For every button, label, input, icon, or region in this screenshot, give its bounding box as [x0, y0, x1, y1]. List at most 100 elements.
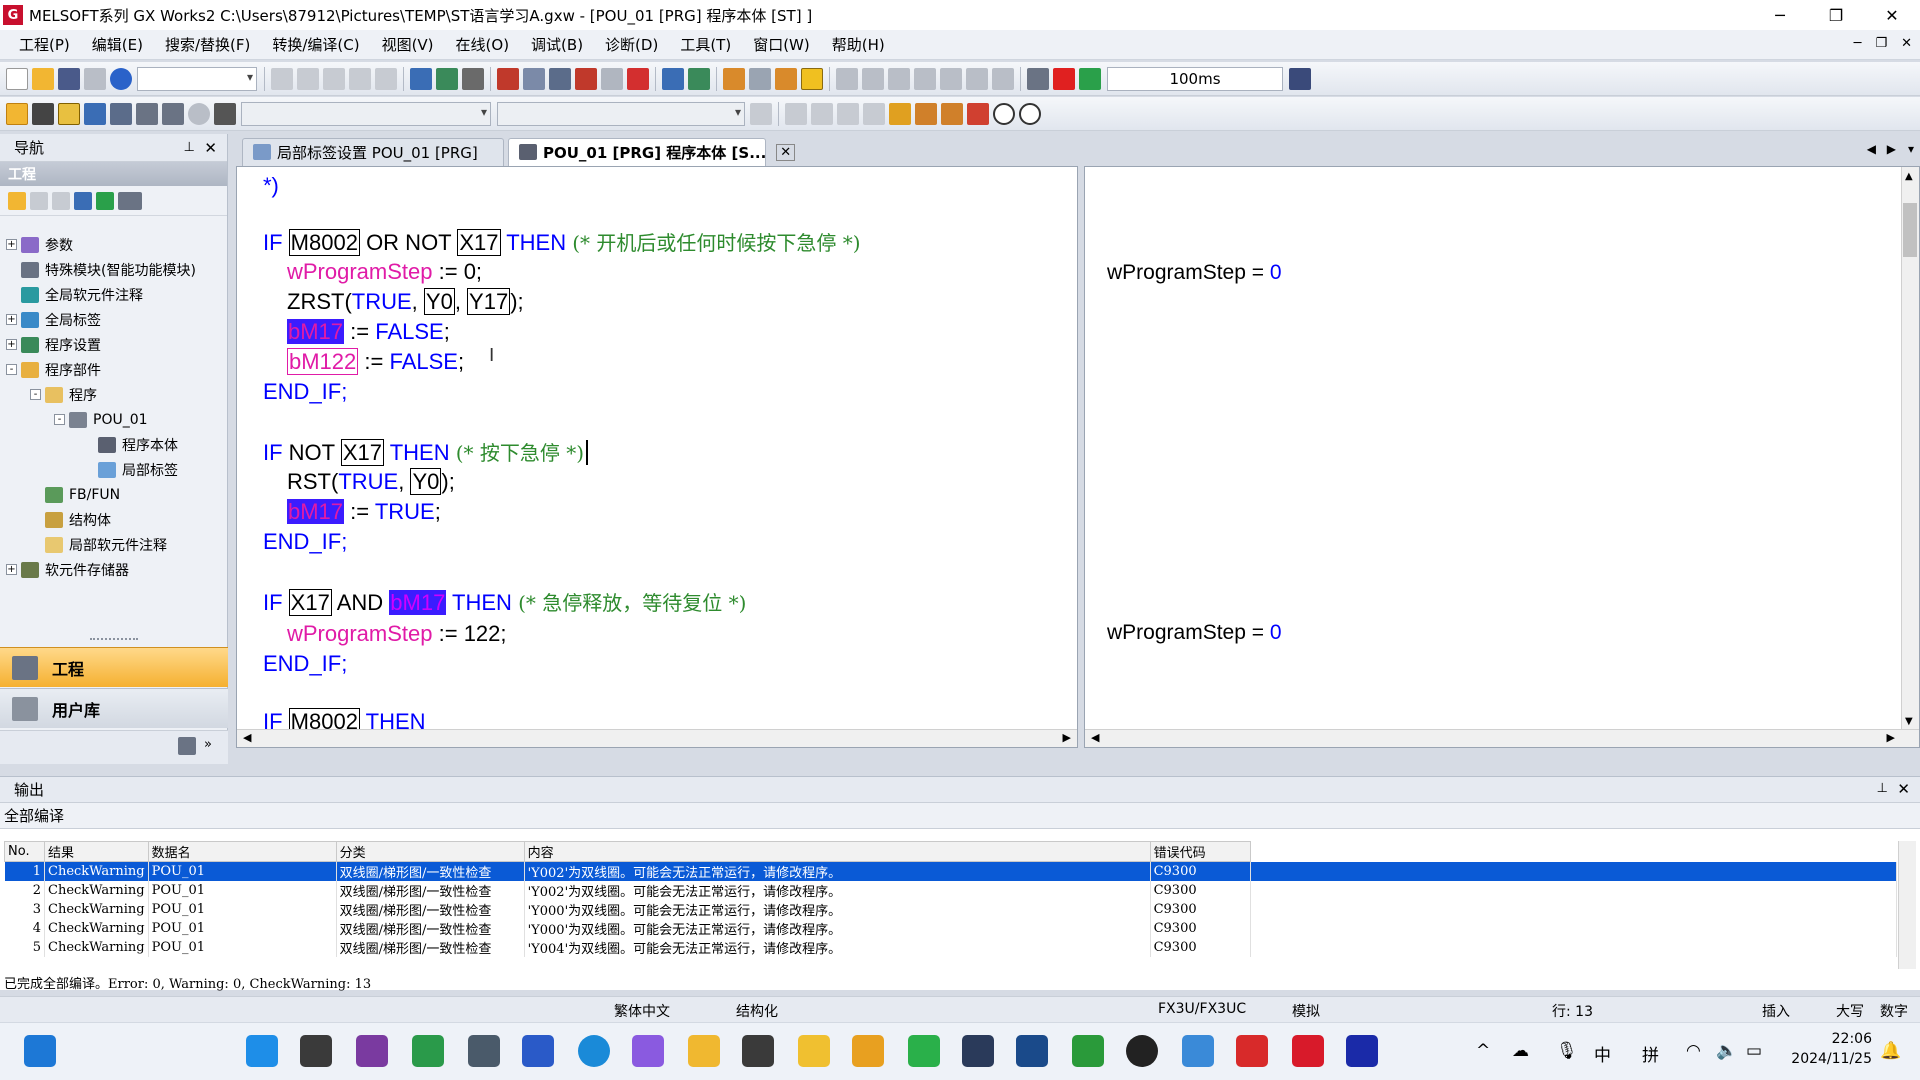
expand-icon[interactable]: + — [6, 314, 17, 325]
ladder-2-icon[interactable] — [862, 67, 884, 90]
zoom-in-icon[interactable] — [993, 102, 1015, 125]
edge-icon[interactable] — [578, 1035, 610, 1067]
tool-settings-icon[interactable] — [162, 102, 184, 125]
app-icon[interactable] — [742, 1035, 774, 1067]
read-plc-icon[interactable] — [523, 67, 545, 90]
output-pin-icon[interactable]: ⊥ — [1877, 781, 1888, 796]
tree-item-device-memory[interactable]: + 软元件存储器 — [0, 557, 228, 582]
ladder-6-icon[interactable] — [966, 67, 988, 90]
clock-date[interactable]: 2024/11/25 — [1776, 1051, 1872, 1067]
find-instruction-icon[interactable] — [436, 67, 458, 90]
app-icon[interactable] — [962, 1035, 994, 1067]
widgets-icon[interactable] — [24, 1035, 56, 1067]
microphone-icon[interactable]: 🎙 — [1556, 1041, 1578, 1061]
col-content[interactable]: 内容 — [523, 841, 1151, 862]
device-batch-icon[interactable] — [662, 67, 684, 90]
menu-tool[interactable]: 工具(T) — [669, 34, 742, 55]
find-contact-icon[interactable] — [462, 67, 484, 90]
tab-local-label[interactable]: 局部标签设置 POU_01 [PRG] — [242, 138, 504, 166]
menu-debug[interactable]: 调试(B) — [520, 34, 594, 55]
menu-view[interactable]: 视图(V) — [371, 34, 445, 55]
tree-item-struct[interactable]: 结构体 — [0, 507, 228, 532]
device-list-icon[interactable] — [110, 102, 132, 125]
monitor-off-icon[interactable] — [601, 67, 623, 90]
table-row[interactable]: 1 CheckWarning POU_01 双线圈/梯形图/一致性检查 'Y002'为双… — [4, 861, 1897, 881]
show-hidden-icon[interactable]: ^ — [1476, 1041, 1490, 1061]
app-icon[interactable] — [522, 1035, 554, 1067]
tree-item-program[interactable]: - 程序 — [0, 382, 228, 407]
binoculars-icon[interactable] — [214, 102, 236, 125]
menu-find-replace[interactable]: 搜索/替换(F) — [154, 34, 261, 55]
col-result[interactable]: 结果 — [44, 841, 149, 862]
copy-data-icon[interactable] — [30, 191, 48, 210]
col-category[interactable]: 分类 — [335, 841, 525, 862]
save-icon[interactable] — [58, 67, 80, 90]
simulation-icon[interactable] — [1027, 67, 1049, 90]
monitor-vertical-scrollbar[interactable]: ▲ ▼ — [1901, 167, 1919, 731]
ladder-4-icon[interactable] — [914, 67, 936, 90]
table-row[interactable]: 5 CheckWarning POU_01 双线圈/梯形图/一致性检查 'Y004'为双… — [4, 938, 1897, 957]
col-no[interactable]: No. — [4, 841, 45, 862]
refresh-icon[interactable] — [96, 191, 114, 210]
online-change-icon[interactable] — [575, 67, 597, 90]
tree-item-parameter[interactable]: + 参数 — [0, 232, 228, 257]
new-data-icon[interactable] — [8, 191, 26, 210]
footer-config-icon[interactable] — [178, 737, 196, 755]
app-icon[interactable] — [468, 1035, 500, 1067]
find-device-icon[interactable] — [410, 67, 432, 90]
device-entry-icon[interactable] — [688, 67, 710, 90]
project-button[interactable]: 工程 — [0, 647, 228, 687]
tab-close-button[interactable]: ✕ — [776, 144, 796, 161]
compile-all-icon[interactable] — [749, 67, 771, 90]
st-editor[interactable]: *) IF M8002 OR NOT X17 THEN (* 开机后或任何时候按… — [236, 166, 1078, 748]
property-icon[interactable] — [74, 191, 92, 210]
ladder-1-icon[interactable] — [836, 67, 858, 90]
minimize-button[interactable]: ─ — [1752, 0, 1808, 30]
tree-item-global-label[interactable]: + 全局标签 — [0, 307, 228, 332]
file-explorer-icon[interactable] — [688, 1035, 720, 1067]
paste-icon[interactable] — [323, 67, 345, 90]
run-icon[interactable] — [1053, 67, 1075, 90]
write-plc-icon[interactable] — [497, 67, 519, 90]
tab-scroll-right-icon[interactable]: ▶ — [1887, 142, 1896, 156]
copy-icon[interactable] — [297, 67, 319, 90]
table-row[interactable]: 2 CheckWarning POU_01 双线圈/梯形图/一致性检查 'Y002'为双… — [4, 881, 1897, 900]
tree-item-program-body[interactable]: 程序本体 — [0, 432, 228, 457]
template-4-icon[interactable] — [863, 102, 885, 125]
app-icon[interactable] — [412, 1035, 444, 1067]
menu-compile[interactable]: 转换/编译(C) — [261, 34, 370, 55]
ladder-7-icon[interactable] — [992, 67, 1014, 90]
collapse-icon[interactable]: - — [30, 389, 41, 400]
tree-item-program-setting[interactable]: + 程序设置 — [0, 332, 228, 357]
tree-item-program-parts[interactable]: - 程序部件 — [0, 357, 228, 382]
menu-edit[interactable]: 编辑(E) — [81, 34, 154, 55]
sort-icon[interactable] — [118, 191, 142, 210]
template-2-icon[interactable] — [811, 102, 833, 125]
undo-icon[interactable] — [349, 67, 371, 90]
app-icon[interactable] — [852, 1035, 884, 1067]
menu-project[interactable]: 工程(P) — [8, 34, 81, 55]
output-close-button[interactable]: ✕ — [1897, 780, 1910, 798]
close-button[interactable]: ✕ — [1864, 0, 1920, 30]
menu-help[interactable]: 帮助(H) — [821, 34, 896, 55]
toolbar-combo-3[interactable] — [497, 101, 745, 126]
menu-diagnostics[interactable]: 诊断(D) — [594, 34, 669, 55]
tree-item-global-comment[interactable]: 全局软元件注释 — [0, 282, 228, 307]
watch-icon[interactable] — [136, 102, 158, 125]
bookmark-delete-icon[interactable] — [967, 102, 989, 125]
col-data-name[interactable]: 数据名 — [147, 841, 337, 862]
battery-icon[interactable]: ▭ — [1746, 1041, 1762, 1061]
ladder-5-icon[interactable] — [940, 67, 962, 90]
app-icon[interactable] — [1346, 1035, 1378, 1067]
rebuild-icon[interactable] — [775, 67, 797, 90]
pin-icon[interactable]: ⊥ — [184, 140, 195, 155]
monitor-horizontal-scrollbar[interactable]: ◀ ▶ — [1085, 729, 1919, 747]
monitor-pane[interactable]: wProgramStep = 0 wProgramStep = 0 ▲ ▼ ◀ … — [1084, 166, 1920, 748]
device-comment-icon[interactable] — [84, 102, 106, 125]
expand-icon[interactable]: + — [6, 564, 17, 575]
bookmark-3-icon[interactable] — [941, 102, 963, 125]
verify-icon[interactable] — [549, 67, 571, 90]
tree-item-fb-fun[interactable]: FB/FUN — [0, 482, 228, 507]
collapse-icon[interactable]: - — [6, 364, 17, 375]
monitor-settings-icon[interactable] — [1289, 67, 1311, 90]
